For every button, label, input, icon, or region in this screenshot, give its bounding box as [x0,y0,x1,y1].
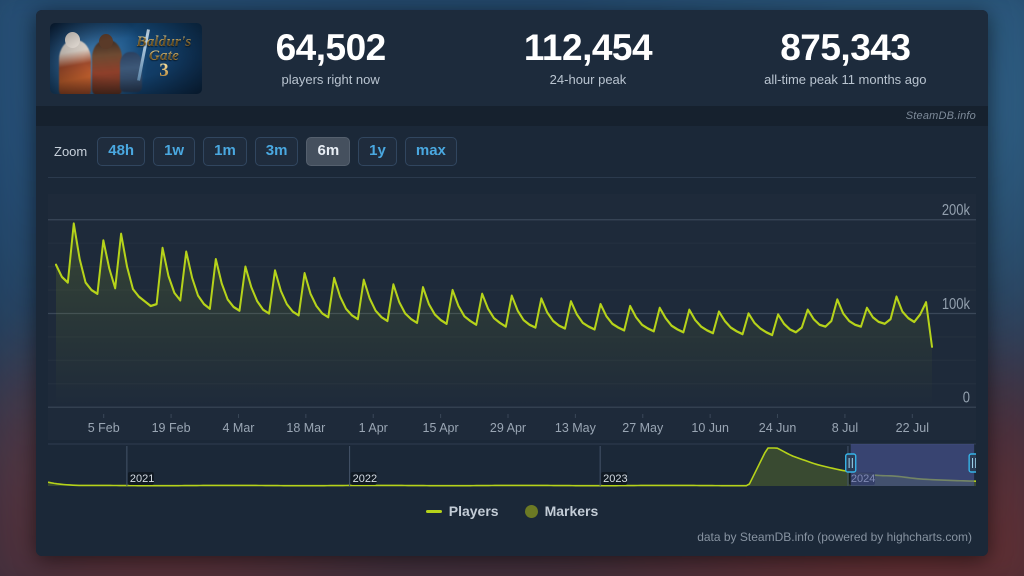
stat-24h-peak-label: 24-hour peak [549,72,627,88]
zoom-button-1w[interactable]: 1w [153,137,196,166]
zoom-button-3m[interactable]: 3m [254,137,299,166]
x-tick-label: 29 Apr [490,421,526,435]
zoom-button-1m[interactable]: 1m [203,137,247,166]
drag-handle-icon [845,453,857,473]
players-line-icon [425,509,442,513]
x-tick-label: 13 May [555,421,597,435]
stats-row: 64,502 players right now 112,454 24-hour… [202,26,974,88]
zoom-buttons-group: 48h 1w 1m 3m 6m 1y max [97,137,457,166]
x-tick-label: 24 Jun [759,421,797,435]
legend-item-players[interactable]: Players [425,503,499,519]
steamdb-chart-card: Baldur's Gate 3 64,502 players right now… [36,10,988,556]
chart-legend: Players Markers [48,496,976,526]
zoom-button-max[interactable]: max [404,137,457,166]
zoom-button-6m[interactable]: 6m [306,137,351,166]
watermark-row: SteamDB.info [36,106,988,126]
stat-all-time-peak-label: all-time peak 11 months ago [764,72,927,88]
y-tick-label: 200k [942,201,971,218]
legend-label-players: Players [448,503,499,519]
x-tick-label: 4 Mar [222,421,254,435]
stat-players-now: 64,502 players right now [202,26,459,88]
zoom-label: Zoom [54,144,88,159]
x-axis-labels: 5 Feb 19 Feb 4 Mar 18 Mar 1 Apr 15 Apr 29 Apr 1… [88,414,929,435]
x-tick-label: 19 Feb [152,421,191,435]
x-tick-label: 10 Jun [691,421,729,435]
zoom-button-1y[interactable]: 1y [358,137,397,166]
capsule-vignette [50,22,202,94]
players-area-fill [56,223,932,408]
legend-label-markers: Markers [544,503,599,519]
stat-players-now-label: players right now [281,72,380,88]
y-tick-label: 100k [942,295,971,312]
stat-all-time-peak-value: 875,343 [780,26,911,68]
stat-players-now-value: 64,502 [275,26,387,68]
zoom-button-48h[interactable]: 48h [97,137,146,166]
x-tick-label: 15 Apr [423,421,459,435]
steamdb-watermark: SteamDB.info [905,110,976,122]
stat-24h-peak-value: 112,454 [523,26,653,68]
players-line-chart[interactable]: 0 100k 200k [48,194,976,440]
stat-all-time-peak: 875,343 all-time peak 11 months ago [717,26,974,88]
navigator-year-label: 2023 [603,473,627,485]
chart-container: Zoom 48h 1w 1m 3m 6m 1y max 0 100k 200k 5 Feb 19 … [36,126,988,556]
x-tick-label: 22 Jul [896,421,929,435]
navigator-year-label: 2022 [353,473,377,485]
x-tick-label: 18 Mar [286,421,325,435]
credit-row: data by SteamDB.info (powered by highcha… [48,526,976,548]
navigator-svg[interactable]: 2021202220232024 [47,442,980,492]
x-tick-label: 8 Jul [832,421,858,435]
legend-item-markers[interactable]: Markers [524,503,599,519]
markers-dot-icon [524,504,538,518]
plot-svg: 0 100k 200k [48,201,976,408]
x-tick-label: 5 Feb [88,421,120,435]
navigator-selection-window [850,444,975,486]
plot-wrapper: 0 100k 200k 5 Feb 19 Feb 4 Mar 18 Mar 1 Apr 15 … [47,178,980,496]
y-tick-label: 0 [963,389,970,406]
chart-credit: data by SteamDB.info (powered by highcha… [697,530,972,544]
chart-navigator[interactable]: 2021202220232024 [47,442,980,492]
stats-header: Baldur's Gate 3 64,502 players right now… [36,10,988,106]
navigator-year-label: 2021 [130,473,154,485]
game-capsule-image[interactable]: Baldur's Gate 3 [50,22,202,94]
stat-24h-peak: 112,454 24-hour peak [459,26,716,88]
x-tick-label: 27 May [622,421,664,435]
x-tick-label: 1 Apr [359,421,388,435]
navigator-handle-left[interactable] [845,453,857,473]
navigator-handle-right[interactable] [968,453,980,473]
zoom-range-selector: Zoom 48h 1w 1m 3m 6m 1y max [48,126,976,178]
